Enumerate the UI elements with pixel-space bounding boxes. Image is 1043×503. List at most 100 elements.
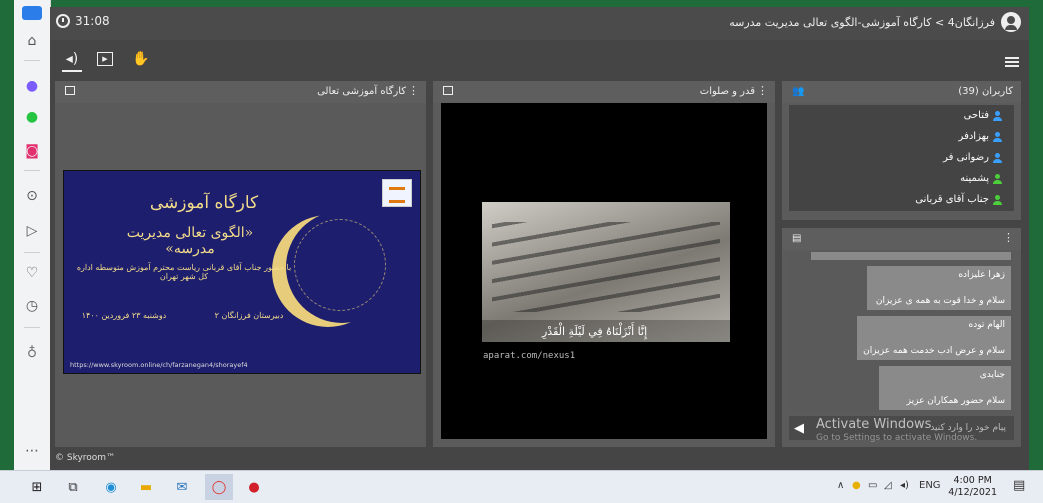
language-indicator[interactable]: ENG (919, 480, 941, 491)
history-icon[interactable]: ◷ (20, 295, 44, 317)
slide-presence-line: با حضور جناب آقای قربانی ریاست محترم آمو… (76, 263, 292, 281)
calligraphy-graphic (294, 219, 386, 311)
slide-subtitle: «الگوی تعالی مدیریت مدرسه» (126, 225, 254, 257)
user-name: فتاحی (963, 110, 989, 121)
more-icon[interactable]: ⋯ (20, 440, 44, 462)
speaker-icon[interactable]: ◂) (62, 50, 82, 72)
video-source: aparat.com/nexus1 (483, 351, 576, 361)
clock-icon (56, 14, 70, 28)
clock-date: 4/12/2021 (948, 487, 997, 498)
lightbulb-icon[interactable]: ♁ (20, 342, 44, 364)
mail-icon[interactable]: ✉ (172, 478, 192, 496)
tray-app-icon[interactable]: ● (852, 480, 861, 491)
slide-title: کارگاه آموزشی (149, 193, 259, 213)
user-item[interactable]: بهزادفر (959, 131, 1002, 142)
slide-url: https://www.skyroom.online/ch/farzanegan… (70, 361, 248, 369)
user-item[interactable]: فتاحی (964, 110, 1002, 121)
clock-time: 4:00 PM (953, 475, 992, 486)
chat-panel: ▤ ⋮ زهرا علیزاده سلام و خدا قوت به همه ی… (782, 228, 1021, 447)
panel-header: کارگاه آموزشی تعالی ⋮ (55, 81, 426, 103)
panel-menu-icon[interactable]: ⋮ (757, 84, 768, 97)
raise-hand-icon[interactable]: ✋ (132, 50, 150, 68)
screen-icon[interactable] (443, 86, 453, 95)
chat-message-partial (811, 252, 1011, 260)
user-icon (993, 131, 1002, 142)
panel-title: قدر و صلوات (699, 86, 755, 97)
taskbar-clock[interactable]: 4:00 PM 4/12/2021 (948, 475, 997, 499)
footer-copyright: © Skyroom™ (55, 453, 116, 463)
video-caption: إِنَّا أَنْزَلْنَاهُ فِي لَيْلَةِ الْقَد… (542, 325, 648, 338)
windows-start-icon[interactable]: ⊞ (28, 478, 46, 496)
screen-share-icon[interactable]: ▶ (97, 52, 113, 66)
divider (24, 170, 40, 171)
user-list: فتاحی بهزادفر رضوانی فر پشمینه جناب آقای… (789, 105, 1014, 211)
task-view-icon[interactable]: ⧉ (64, 478, 82, 496)
browser-sidebar: ⌂ ● ● ◙ ⊙ ▷ ♡ ◷ ♁ ⋯ (14, 0, 51, 470)
file-explorer-icon[interactable]: ▬ (136, 478, 156, 496)
user-name: پشمینه (960, 173, 989, 184)
instagram-icon[interactable]: ◙ (20, 140, 44, 162)
toolbar: ◂) ▶ ✋ (50, 40, 1029, 78)
volume-icon[interactable]: ◂) (900, 480, 909, 491)
app-icon[interactable]: ● (244, 478, 264, 496)
panel-header: قدر و صلوات ⋮ (433, 81, 775, 103)
show-hidden-icons[interactable]: ∧ (837, 480, 844, 491)
battery-icon[interactable]: ▭ (868, 480, 877, 491)
ministry-logo (382, 179, 412, 207)
video-frame: إِنَّا أَنْزَلْنَاهُ فِي لَيْلَةِ الْقَد… (482, 202, 730, 342)
timer-text: 31:08 (75, 14, 110, 28)
user-icon (993, 194, 1002, 205)
taskbar: ⊞ ⧉ ◉ ▬ ✉ ◯ ● ∧ ● ▭ ◿ ◂) ENG 4:00 PM 4/1… (0, 470, 1043, 503)
chat-icon: ▤ (792, 233, 802, 244)
message-text: سلام و خدا قوت به همه ی عزیزان (875, 296, 1005, 306)
window-frame-top (0, 0, 1043, 7)
presentation-slide: کارگاه آموزشی «الگوی تعالی مدیریت مدرسه»… (63, 170, 421, 374)
browser-tab-icon[interactable] (22, 6, 42, 20)
chat-message: جنایدی سلام حضور همکاران عزیز (879, 366, 1011, 410)
slide-school: دبیرستان فرزانگان ۲ (214, 311, 284, 320)
user-account-icon[interactable] (1001, 12, 1021, 32)
edge-browser-icon[interactable]: ◉ (100, 478, 122, 496)
room-title: فرزانگان4 > کارگاه آموزشی-الگوی تعالی مد… (729, 16, 995, 29)
home-icon[interactable]: ⌂ (20, 30, 44, 52)
send-icon[interactable]: ▷ (20, 220, 44, 242)
panel-title: کارگاه آموزشی تعالی (317, 86, 406, 97)
panel-header: ▤ ⋮ (782, 228, 1021, 250)
chat-message: الهام توده سلام و عرض ادب خدمت همه عزیزا… (857, 316, 1011, 360)
window-frame-right (1029, 0, 1043, 470)
people-icon: 👥 (792, 86, 805, 97)
user-item[interactable]: رضوانی فر (943, 152, 1002, 163)
network-icon[interactable]: ◿ (884, 480, 892, 491)
user-name: رضوانی فر (943, 152, 989, 163)
user-item[interactable]: پشمینه (960, 173, 1002, 184)
chat-messages[interactable]: زهرا علیزاده سلام و خدا قوت به همه ی عزی… (789, 252, 1014, 412)
whatsapp-icon[interactable]: ● (20, 106, 44, 128)
heart-icon[interactable]: ♡ (20, 262, 44, 284)
panel-menu-icon[interactable]: ⋮ (408, 84, 419, 97)
notifications-icon[interactable]: ▤ (1013, 478, 1025, 493)
user-icon (993, 173, 1002, 184)
messenger-icon[interactable]: ● (20, 75, 44, 97)
play-circle-icon[interactable]: ⊙ (20, 185, 44, 207)
window-frame-left (0, 0, 14, 470)
hamburger-menu-icon[interactable] (1005, 57, 1019, 67)
message-author: الهام توده (968, 320, 1005, 330)
activate-windows-title: Activate Windows (816, 417, 932, 432)
user-name: بهزادفر (958, 131, 989, 142)
activate-windows-subtitle: Go to Settings to activate Windows. (816, 433, 978, 443)
slide-panel: کارگاه آموزشی تعالی ⋮ کارگاه آموزشی «الگ… (55, 81, 426, 447)
user-item[interactable]: جناب آقای قربانی (915, 194, 1002, 205)
opera-browser-icon[interactable]: ◯ (205, 474, 233, 500)
message-text: سلام حضور همکاران عزیز (906, 396, 1005, 406)
panel-menu-icon[interactable]: ⋮ (1003, 231, 1014, 244)
top-bar: 31:08 فرزانگان4 > کارگاه آموزشی-الگوی تع… (50, 7, 1029, 40)
send-icon[interactable]: ◀ (794, 421, 804, 436)
divider (24, 60, 40, 61)
divider (24, 252, 40, 253)
chat-input[interactable]: ◀ پیام خود را وارد کنید Activate Windows… (789, 416, 1014, 443)
calligraphy-texture (492, 222, 720, 312)
screen-icon[interactable] (65, 86, 75, 95)
video-player[interactable]: إِنَّا أَنْزَلْنَاهُ فِي لَيْلَةِ الْقَد… (441, 103, 767, 439)
users-panel: 👥 کاربران (39) فتاحی بهزادفر رضوانی فر پ… (782, 81, 1021, 220)
chat-placeholder: پیام خود را وارد کنید (930, 423, 1006, 433)
